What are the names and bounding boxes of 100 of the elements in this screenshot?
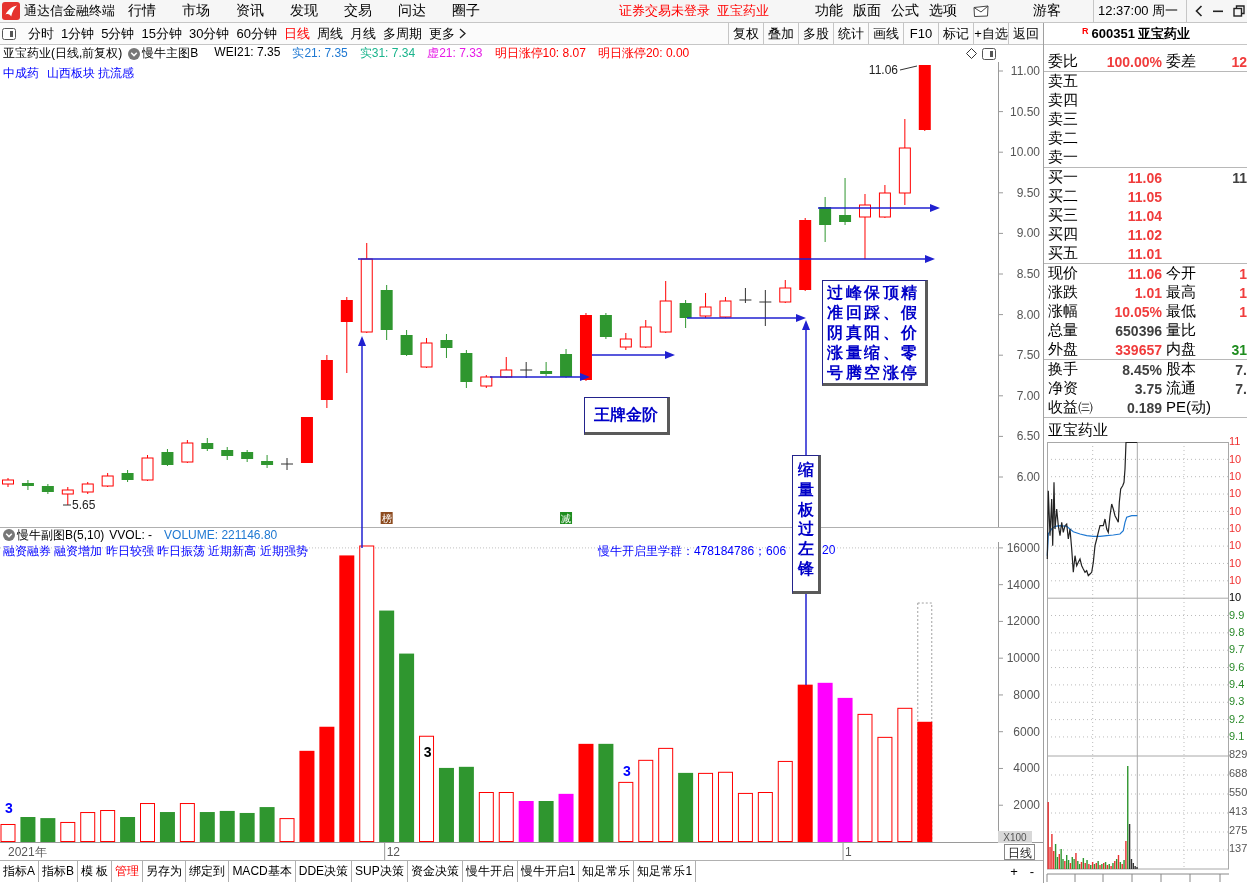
period-tab[interactable]: 1分钟	[61, 24, 95, 43]
chevron-down-circle-icon[interactable]	[128, 47, 141, 60]
axis-label: 413	[1229, 803, 1247, 819]
diamond-icon[interactable]	[966, 48, 977, 59]
quote-value: 7.	[1234, 380, 1247, 397]
signal-marker: 榜	[380, 512, 393, 524]
quote-value: 11	[1231, 169, 1247, 186]
toolbar-button[interactable]: 统计	[833, 23, 868, 44]
quote-value: 11.06	[1126, 265, 1162, 282]
panel-toggle-icon[interactable]	[2, 27, 16, 40]
menu-item[interactable]: 功能	[810, 2, 848, 20]
quote-label: 买三	[1048, 206, 1079, 225]
template-tab[interactable]: 慢牛开启1	[517, 861, 580, 882]
period-tab[interactable]: 日线	[283, 24, 310, 43]
period-tab[interactable]: 60分钟	[236, 24, 277, 43]
axis-label: 8.00	[1016, 307, 1040, 322]
template-tab[interactable]: 模 板	[78, 861, 113, 882]
quote-label: 买五	[1048, 244, 1079, 263]
toolbar-button[interactable]: 标记	[938, 23, 973, 44]
axis-label: 10	[1229, 590, 1243, 606]
axis-label: 4000	[1013, 761, 1040, 776]
quote-value: 0.189	[1125, 399, 1162, 416]
axis-label: 2021年	[8, 845, 47, 859]
quote-value: 11.04	[1126, 207, 1162, 224]
indicator-selector[interactable]: 慢牛主图B	[142, 45, 199, 62]
axis-label: 8000	[1013, 687, 1040, 702]
period-tab[interactable]: 周线	[316, 24, 343, 43]
axis-label: 9.9	[1229, 607, 1246, 623]
template-tab[interactable]: 知足常乐1	[634, 861, 697, 882]
user-name[interactable]: 游客	[1000, 2, 1093, 20]
panel-toggle-icon[interactable]	[982, 47, 996, 60]
period-tab[interactable]: 5分钟	[101, 24, 135, 43]
template-tab[interactable]: 指标B	[39, 861, 79, 882]
mail-icon[interactable]	[973, 5, 989, 17]
template-tab[interactable]: 管理	[112, 861, 144, 882]
template-tab[interactable]: SUP决策	[352, 861, 408, 882]
quote-value: 1.01	[1133, 284, 1162, 301]
menu-item[interactable]: 公式	[886, 2, 924, 20]
axis-label: 12000	[1006, 614, 1040, 629]
toolbar-button[interactable]: 多股	[798, 23, 833, 44]
toolbar-button[interactable]: F10	[903, 23, 938, 44]
quote-label: 流通	[1166, 379, 1197, 398]
toolbar-button[interactable]: +自选	[973, 23, 1008, 44]
template-tab[interactable]: 指标A	[0, 861, 39, 882]
quote-label: 买四	[1048, 225, 1079, 244]
period-tab[interactable]: 15分钟	[141, 24, 182, 43]
menu-item[interactable]: 发现	[277, 2, 331, 20]
menu-item[interactable]: 版面	[848, 2, 886, 20]
period-tab[interactable]: 分时	[28, 24, 54, 43]
quote-label: 委差	[1166, 52, 1197, 71]
menu-item[interactable]: 问达	[385, 2, 439, 20]
axis-label: 1	[845, 845, 852, 859]
period-label: 日线	[1004, 844, 1035, 860]
axis-label: 6000	[1013, 724, 1040, 739]
axis-label: 12	[386, 845, 401, 859]
axis-label: 7.00	[1016, 388, 1040, 403]
chevron-down-circle-icon[interactable]	[3, 529, 15, 541]
axis-label: 9.8	[1229, 625, 1246, 641]
quote-label: 卖二	[1048, 129, 1079, 148]
market-tag: R	[1082, 26, 1089, 36]
quote-value: 339657	[1114, 341, 1162, 358]
template-tab[interactable]: 绑定到	[186, 861, 230, 882]
toolbar-button[interactable]: 叠加	[763, 23, 798, 44]
axis-label: 10.00	[1009, 145, 1040, 160]
quote-label: 卖四	[1048, 91, 1079, 110]
menu-item[interactable]: 圈子	[439, 2, 493, 20]
quote-value: 11.05	[1126, 188, 1162, 205]
period-tab[interactable]: 更多	[428, 24, 466, 43]
indicator-selector[interactable]: 慢牛副图B(5,10)	[17, 526, 105, 544]
template-tab[interactable]: 慢牛开启	[462, 861, 518, 882]
menu-item[interactable]: 行情	[115, 2, 169, 20]
notice-link[interactable]: 亚宝药业	[717, 2, 769, 20]
quote-label: 最低	[1166, 302, 1197, 321]
menu-item[interactable]: 选项	[924, 2, 962, 20]
menu-item[interactable]: 市场	[169, 2, 223, 20]
template-tab[interactable]: 知足常乐	[579, 861, 635, 882]
axis-label: 9.6	[1229, 659, 1246, 675]
notice-link[interactable]: 证券交易未登录	[619, 2, 710, 20]
menu-item[interactable]: 交易	[331, 2, 385, 20]
toolbar-button[interactable]: 复权	[728, 23, 763, 44]
indicator-reading: 明日涨停10: 8.07	[494, 45, 586, 62]
menu-item[interactable]: 资讯	[223, 2, 277, 20]
axis-label: 10.50	[1009, 104, 1040, 119]
quote-label: 换手	[1048, 360, 1079, 379]
toolbar-button[interactable]: 画线	[868, 23, 903, 44]
quote-value: 100.00%	[1105, 53, 1162, 70]
quote-label: 涨跌	[1048, 283, 1079, 302]
period-tab[interactable]: 多周期	[382, 24, 422, 43]
period-tab[interactable]: 30分钟	[188, 24, 230, 43]
period-tab[interactable]: 月线	[349, 24, 376, 43]
restore-icon[interactable]	[1233, 5, 1245, 17]
chevron-left-icon[interactable]	[1195, 5, 1203, 17]
axis-label: 11.00	[1010, 64, 1040, 78]
axis-label: 14000	[1006, 577, 1040, 592]
quote-label: 内盘	[1166, 340, 1197, 359]
quote-label: 卖三	[1048, 110, 1079, 129]
axis-label: 9.3	[1229, 694, 1246, 710]
axis-label: 829	[1229, 747, 1247, 763]
quote-label: 买一	[1048, 168, 1079, 187]
indicator-reading: VVOL: -	[109, 528, 153, 542]
